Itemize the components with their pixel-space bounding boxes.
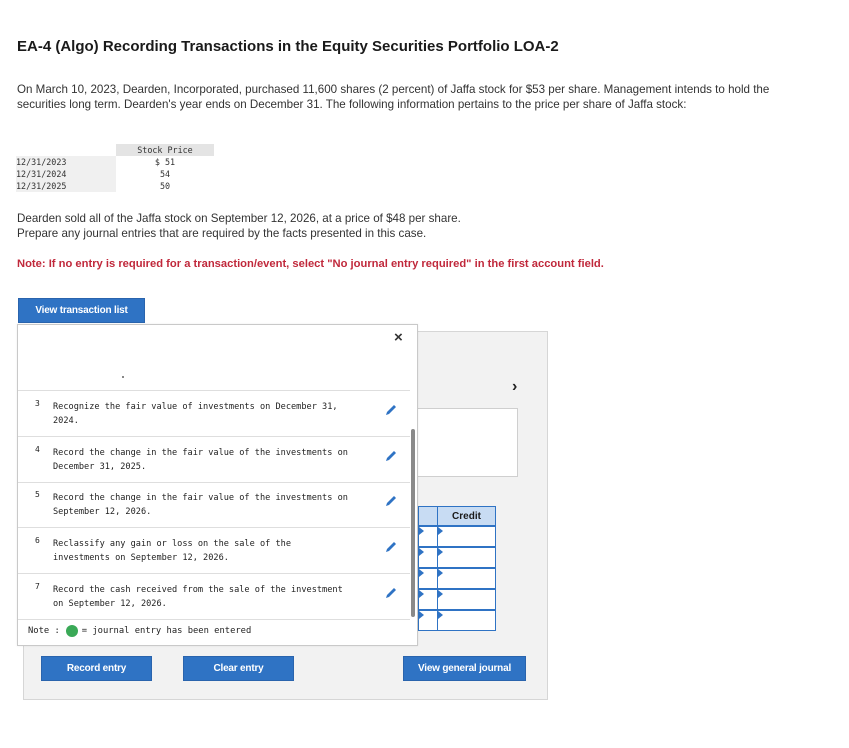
record-entry-button[interactable]: Record entry	[41, 656, 152, 681]
transaction-description: Record the change in the fair value of t…	[53, 448, 348, 472]
debit-input[interactable]	[418, 526, 437, 547]
stock-price-table: Stock Price 12/31/2023 $ 51 12/31/2024 5…	[16, 144, 214, 192]
chevron-right-icon[interactable]: ›	[512, 378, 517, 396]
required-note: Note: If no entry is required for a tran…	[17, 258, 604, 270]
date-cell: 12/31/2024	[16, 168, 116, 180]
row-marker-icon	[438, 569, 443, 577]
view-general-journal-button[interactable]: View general journal	[403, 656, 526, 681]
pencil-icon[interactable]	[384, 586, 398, 600]
transaction-item[interactable]: 4 Record the change in the fair value of…	[18, 437, 410, 483]
transaction-description: Record the change in the fair value of t…	[53, 493, 348, 517]
transaction-number: 7	[35, 582, 40, 591]
page-title: EA-4 (Algo) Recording Transactions in th…	[17, 38, 559, 55]
date-cell: 12/31/2023	[16, 156, 116, 168]
credit-input[interactable]	[437, 526, 496, 547]
credit-input[interactable]	[437, 610, 496, 631]
transaction-item[interactable]: 7 Record the cash received from the sale…	[18, 574, 410, 620]
transaction-item[interactable]: 6 Reclassify any gain or loss on the sal…	[18, 528, 410, 574]
pencil-icon[interactable]	[384, 540, 398, 554]
entry-status-note: Note : = journal entry has been entered	[28, 625, 251, 637]
row-marker-icon	[419, 527, 424, 535]
row-marker-icon	[438, 527, 443, 535]
transaction-description: Recognize the fair value of investments …	[53, 402, 338, 426]
journal-description-box	[409, 408, 518, 477]
row-marker-icon	[438, 590, 443, 598]
row-marker-icon	[438, 548, 443, 556]
debit-input[interactable]	[418, 610, 437, 631]
credit-column-header: Credit	[437, 506, 496, 526]
table-header-stock-price: Stock Price	[116, 144, 214, 156]
sale-description: Dearden sold all of the Jaffa stock on S…	[17, 211, 817, 241]
transaction-description: Record the cash received from the sale o…	[53, 585, 343, 609]
sale-line: Dearden sold all of the Jaffa stock on S…	[17, 212, 461, 225]
note-suffix: = journal entry has been entered	[81, 626, 252, 636]
problem-intro: On March 10, 2023, Dearden, Incorporated…	[17, 83, 770, 111]
transaction-item[interactable]: 5 Record the change in the fair value of…	[18, 482, 410, 528]
credit-input[interactable]	[437, 547, 496, 568]
debit-input[interactable]	[418, 589, 437, 610]
pencil-icon[interactable]	[384, 449, 398, 463]
row-marker-icon	[438, 611, 443, 619]
price-cell: $ 51	[154, 157, 176, 167]
row-marker-icon	[419, 548, 424, 556]
credit-input[interactable]	[437, 568, 496, 589]
debit-input[interactable]	[418, 568, 437, 589]
view-transaction-list-button[interactable]: View transaction list	[18, 298, 145, 323]
pencil-icon[interactable]	[384, 403, 398, 417]
note-prefix: Note :	[28, 626, 60, 636]
table-row: 12/31/2025 50	[16, 180, 214, 192]
scrollbar[interactable]	[411, 429, 415, 617]
credit-input[interactable]	[437, 589, 496, 610]
table-row: 12/31/2024 54	[16, 168, 214, 180]
transaction-number: 4	[35, 445, 40, 454]
table-row: 12/31/2023 $ 51	[16, 156, 214, 168]
date-cell: 12/31/2025	[16, 180, 116, 192]
row-marker-icon	[419, 611, 424, 619]
transaction-description: Reclassify any gain or loss on the sale …	[53, 539, 291, 563]
entered-status-icon	[65, 625, 78, 637]
transaction-number: 6	[35, 536, 40, 545]
transaction-list-popup: × 3 Recognize the fair value of investme…	[17, 324, 418, 646]
clear-entry-button[interactable]: Clear entry	[183, 656, 294, 681]
instruction-line: Prepare any journal entries that are req…	[17, 227, 427, 240]
transaction-number: 3	[35, 399, 40, 408]
pencil-icon[interactable]	[384, 494, 398, 508]
row-marker-icon	[419, 590, 424, 598]
table-header-blank	[16, 144, 116, 156]
price-cell: 50	[159, 181, 171, 191]
transaction-item[interactable]: 3 Recognize the fair value of investment…	[18, 391, 410, 437]
debit-input[interactable]	[418, 547, 437, 568]
transaction-number: 5	[35, 490, 40, 499]
close-icon[interactable]: ×	[394, 329, 403, 346]
scroll-indicator-dot	[122, 376, 124, 378]
row-marker-icon	[419, 569, 424, 577]
price-cell: 54	[159, 169, 171, 179]
journal-header-debit-edge	[418, 506, 437, 526]
